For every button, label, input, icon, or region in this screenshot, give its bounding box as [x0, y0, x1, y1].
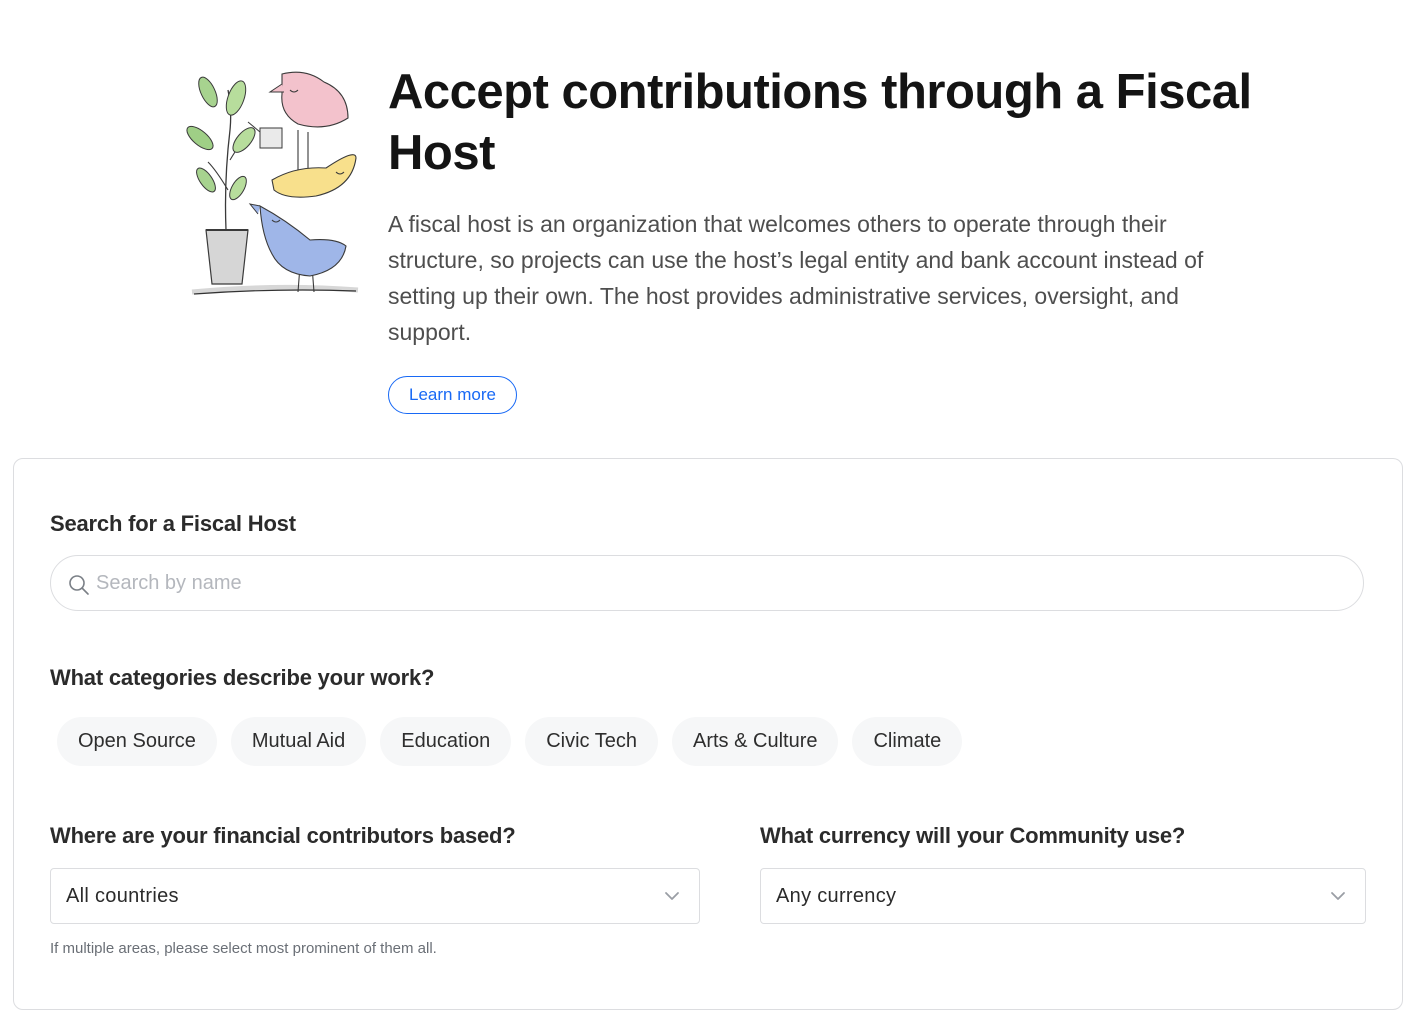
category-chip-open-source[interactable]: Open Source	[57, 717, 217, 766]
currency-select[interactable]: Any currency	[760, 868, 1366, 924]
hero-section: Accept contributions through a Fiscal Ho…	[186, 62, 1266, 422]
hero-text: Accept contributions through a Fiscal Ho…	[388, 62, 1268, 414]
learn-more-button[interactable]: Learn more	[388, 376, 517, 414]
category-chips: Open Source Mutual Aid Education Civic T…	[57, 717, 963, 766]
categories-label: What categories describe your work?	[50, 665, 435, 690]
country-select[interactable]: All countries	[50, 868, 700, 924]
location-label: Where are your financial contributors ba…	[50, 823, 516, 848]
search-label: Search for a Fiscal Host	[50, 511, 296, 536]
search-box[interactable]	[50, 555, 1364, 611]
category-chip-climate[interactable]: Climate	[852, 717, 963, 766]
birds-plant-illustration	[186, 71, 359, 295]
search-icon	[69, 575, 89, 595]
category-chip-civic-tech[interactable]: Civic Tech	[525, 717, 658, 766]
chevron-down-icon	[665, 892, 679, 900]
category-chip-mutual-aid[interactable]: Mutual Aid	[230, 717, 367, 766]
country-select-value: All countries	[66, 885, 179, 907]
category-chip-arts-culture[interactable]: Arts & Culture	[672, 717, 839, 766]
page-title: Accept contributions through a Fiscal Ho…	[388, 65, 1252, 180]
chevron-down-icon	[1331, 892, 1345, 900]
host-search-card: Search for a Fiscal Host What categories…	[13, 458, 1403, 1010]
currency-select-value: Any currency	[776, 885, 897, 907]
hero-description: A fiscal host is an organization that we…	[388, 211, 1204, 345]
location-hint: If multiple areas, please select most pr…	[50, 940, 437, 957]
category-chip-education[interactable]: Education	[380, 717, 512, 766]
search-input[interactable]	[96, 556, 1336, 610]
currency-label: What currency will your Community use?	[760, 823, 1186, 848]
